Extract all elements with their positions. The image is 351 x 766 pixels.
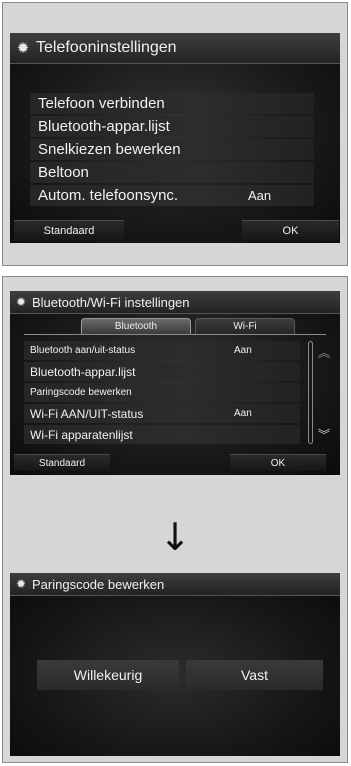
page-title: Paringscode bewerken <box>32 576 165 592</box>
ok-button-label: OK <box>282 225 299 237</box>
pairing-code-titlebar: ✹ Paringscode bewerken <box>10 573 340 596</box>
pairing-code-screen: ✹ Paringscode bewerken Willekeurig Vast <box>10 573 340 756</box>
tab-bluetooth[interactable]: Bluetooth <box>81 318 191 334</box>
phone-settings-screen: ✹ Telefooninstellingen Telefoon verbinde… <box>10 33 340 243</box>
menu-item-wifi-device-list[interactable]: Wi-Fi apparatenlijst <box>24 425 300 444</box>
menu-item-bluetooth-status[interactable]: Bluetooth aan/uit-status Aan <box>24 341 300 360</box>
setting-value: Aan <box>234 345 252 356</box>
menu-item-phone-connect[interactable]: Telefoon verbinden <box>30 93 314 114</box>
menu-item-bluetooth-device-list[interactable]: Bluetooth-appar.lijst <box>24 362 300 381</box>
default-button[interactable]: Standaard <box>14 454 110 471</box>
bt-wifi-titlebar: ✹ Bluetooth/Wi-Fi instellingen <box>10 291 340 314</box>
tab-label: Bluetooth <box>114 321 158 332</box>
menu-item-label: Telefoon verbinden <box>38 95 165 112</box>
ok-button[interactable]: OK <box>242 220 339 241</box>
chevron-down-icon[interactable]: ︾ <box>318 429 330 441</box>
scrollbar[interactable] <box>308 341 313 444</box>
default-button[interactable]: Standaard <box>14 220 124 241</box>
ok-button-label: OK <box>270 457 286 469</box>
ok-button[interactable]: OK <box>230 454 326 471</box>
menu-item-label: Bluetooth-appar.lijst <box>30 364 136 379</box>
menu-item-pairing-code-edit[interactable]: Paringscode bewerken <box>24 383 300 402</box>
tab-underline <box>24 334 326 335</box>
menu-item-wifi-status[interactable]: Wi-Fi AAN/UIT-status Aan <box>24 404 300 423</box>
menu-item-speed-dial-edit[interactable]: Snelkiezen bewerken <box>30 139 314 160</box>
menu-item-label: Paringscode bewerken <box>30 387 132 398</box>
default-button-label: Standaard <box>38 457 86 469</box>
menu-item-label: Wi-Fi apparatenlijst <box>30 427 133 442</box>
phone-settings-titlebar: ✹ Telefooninstellingen <box>10 33 340 64</box>
bluetooth-wifi-frame: ✹ Bluetooth/Wi-Fi instellingen Bluetooth… <box>2 276 348 763</box>
menu-item-ringtone[interactable]: Beltoon <box>30 162 314 183</box>
setting-value: Aan <box>248 188 272 203</box>
option-label: Willekeurig <box>73 667 143 683</box>
tab-label: Wi-Fi <box>233 321 257 332</box>
menu-item-label: Bluetooth-appar.lijst <box>38 118 170 135</box>
page-title: Bluetooth/Wi-Fi instellingen <box>32 294 190 310</box>
menu-item-bluetooth-device-list[interactable]: Bluetooth-appar.lijst <box>30 116 314 137</box>
default-button-label: Standaard <box>43 225 95 237</box>
fixed-option-button[interactable]: Vast <box>186 660 323 690</box>
option-label: Vast <box>241 667 268 683</box>
chevron-up-icon[interactable]: ︽ <box>318 347 330 359</box>
phone-settings-frame: ✹ Telefooninstellingen Telefoon verbinde… <box>2 2 348 266</box>
gear-icon: ✹ <box>15 295 27 309</box>
tab-wifi[interactable]: Wi-Fi <box>195 318 295 334</box>
menu-item-label: Bluetooth aan/uit-status <box>30 345 136 356</box>
flow-arrow: ↓ <box>159 515 191 559</box>
menu-item-label: Beltoon <box>38 164 89 181</box>
menu-item-label: Wi-Fi AAN/UIT-status <box>30 406 144 421</box>
random-option-button[interactable]: Willekeurig <box>37 660 179 690</box>
menu-item-label: Snelkiezen bewerken <box>38 141 181 158</box>
setting-value: Aan <box>234 408 252 419</box>
gear-icon: ✹ <box>16 40 30 57</box>
page-title: Telefooninstellingen <box>36 39 177 56</box>
menu-item-label: Autom. telefoonsync. <box>38 187 179 204</box>
menu-item-auto-phone-sync[interactable]: Autom. telefoonsync. Aan <box>30 185 314 206</box>
gear-icon: ✹ <box>15 577 27 591</box>
bt-wifi-settings-screen: ✹ Bluetooth/Wi-Fi instellingen Bluetooth… <box>10 291 340 475</box>
